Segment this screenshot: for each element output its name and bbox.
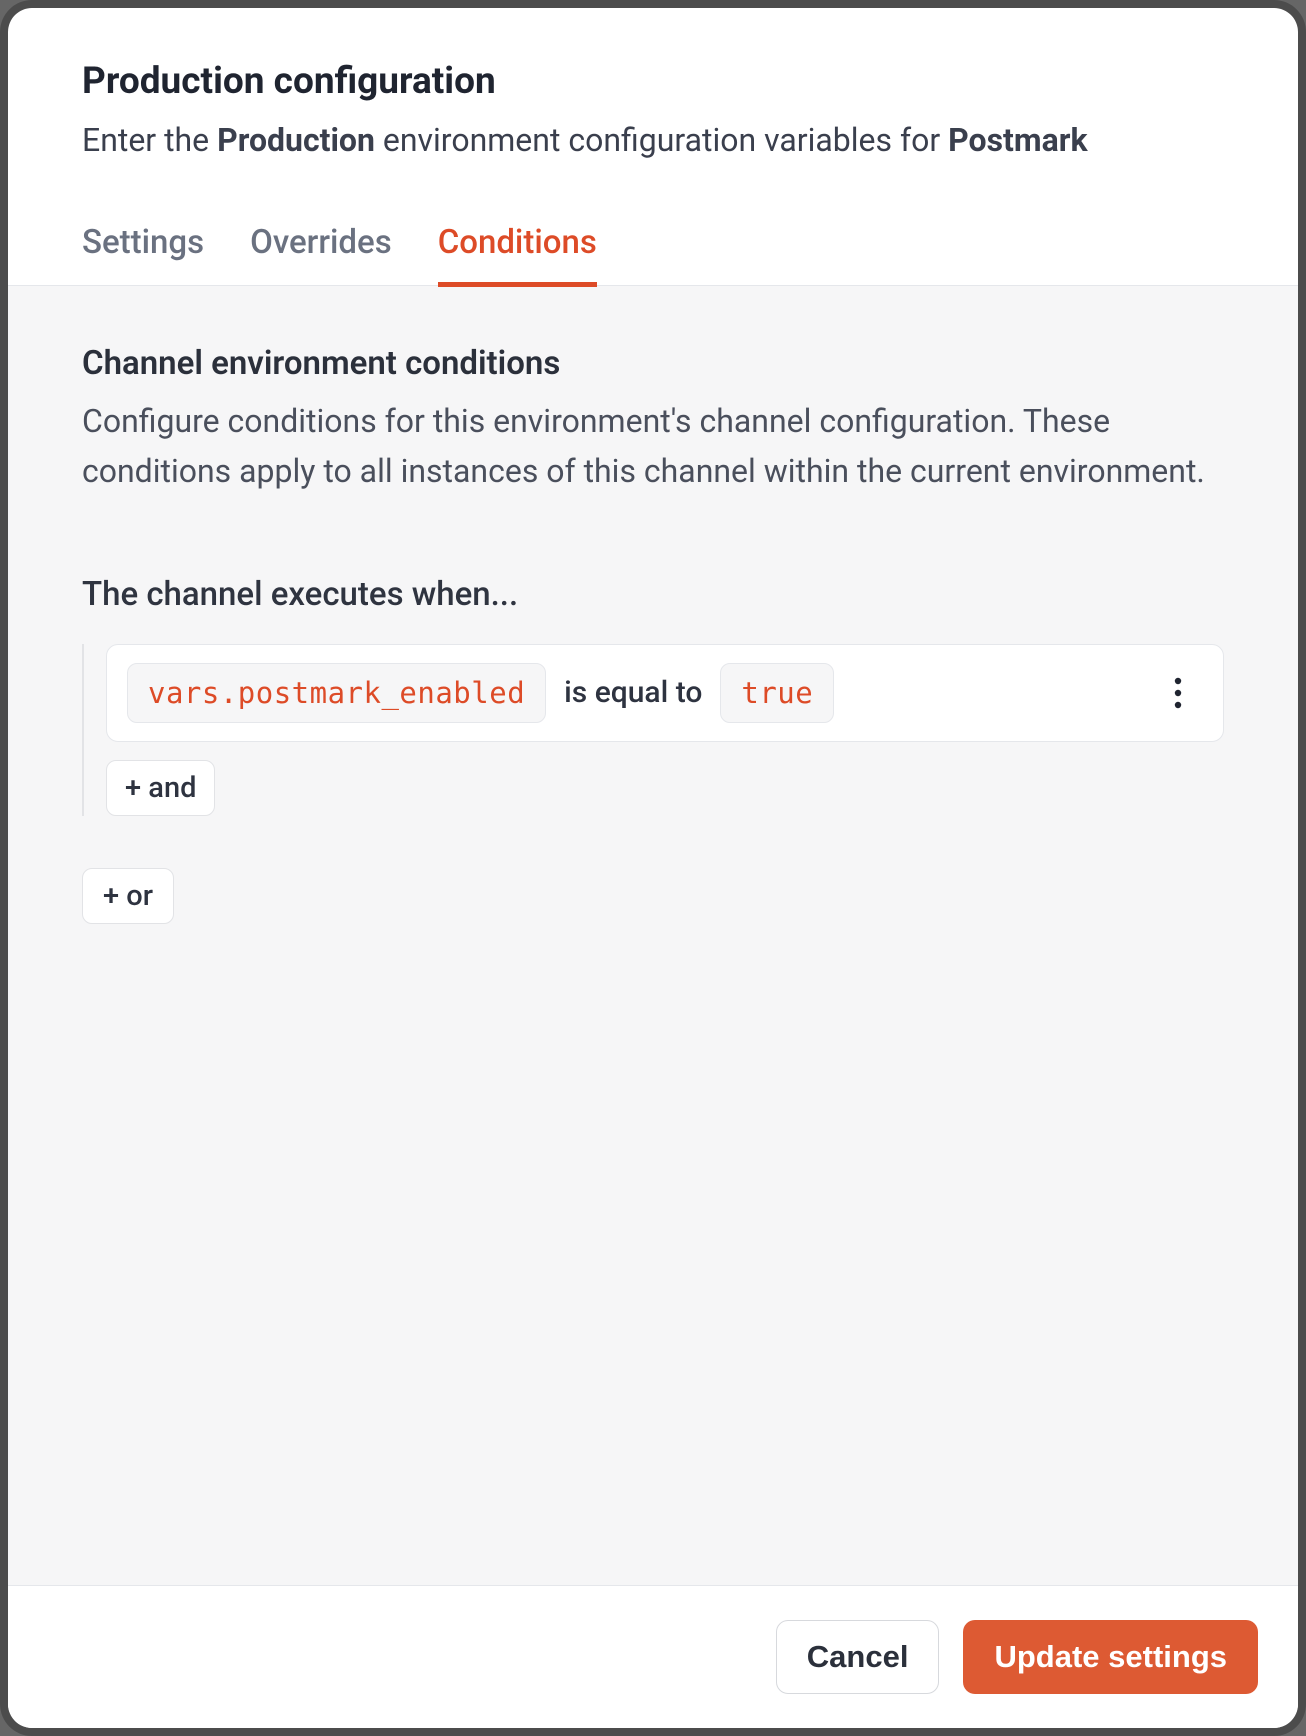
modal-subtitle: Enter the Production environment configu… (82, 117, 1224, 163)
tab-settings[interactable]: Settings (82, 223, 204, 287)
section-description: Configure conditions for this environmen… (82, 397, 1224, 496)
subtitle-provider: Postmark (948, 121, 1087, 159)
tab-conditions[interactable]: Conditions (438, 223, 597, 287)
subtitle-prefix: Enter the (82, 121, 217, 159)
condition-operator[interactable]: is equal to (564, 675, 702, 710)
update-settings-button[interactable]: Update settings (963, 1620, 1258, 1694)
configuration-modal: Production configuration Enter the Produ… (8, 8, 1298, 1728)
modal-footer: Cancel Update settings (8, 1585, 1298, 1728)
cancel-button[interactable]: Cancel (776, 1620, 940, 1694)
modal-header: Production configuration Enter the Produ… (8, 8, 1298, 163)
section-title: Channel environment conditions (82, 344, 1224, 383)
add-and-button[interactable]: + and (106, 760, 215, 816)
condition-menu-button[interactable] (1163, 673, 1193, 713)
tab-overrides[interactable]: Overrides (250, 223, 392, 287)
more-vertical-icon (1174, 677, 1182, 709)
executes-when-label: The channel executes when... (82, 575, 1224, 614)
modal-body: Channel environment conditions Configure… (8, 286, 1298, 1585)
condition-value-chip[interactable]: true (720, 663, 834, 723)
condition-variable-chip[interactable]: vars.postmark_enabled (127, 663, 546, 723)
subtitle-environment: Production (217, 121, 375, 159)
subtitle-mid: environment configuration variables for (375, 121, 948, 159)
condition-row: vars.postmark_enabled is equal to true (106, 644, 1224, 742)
add-or-button[interactable]: + or (82, 868, 174, 924)
condition-group: vars.postmark_enabled is equal to true +… (82, 644, 1224, 816)
tabs-bar: Settings Overrides Conditions (8, 221, 1298, 286)
modal-title: Production configuration (82, 60, 1224, 103)
